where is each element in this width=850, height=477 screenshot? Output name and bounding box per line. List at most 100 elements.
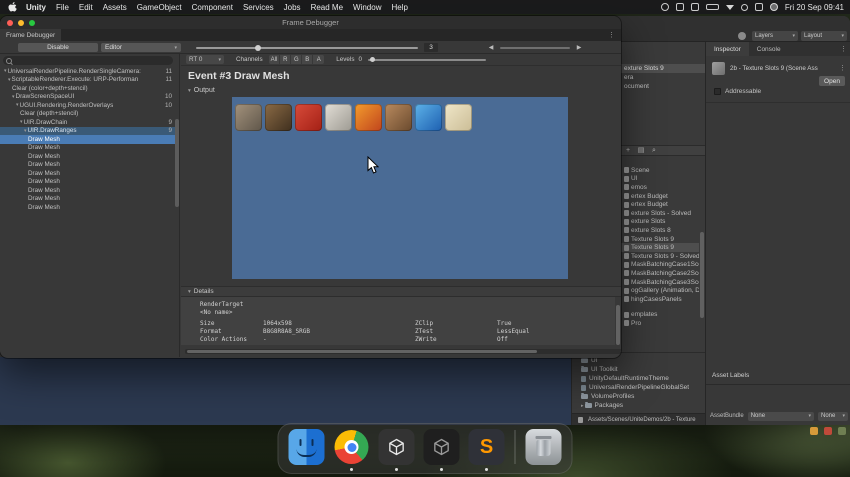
levels-slider[interactable] [368, 56, 486, 62]
tree-row[interactable]: Draw Mesh [0, 195, 179, 204]
rock-texture-thumb[interactable] [235, 104, 262, 131]
tab-frame-debugger[interactable]: Frame Debugger [0, 29, 62, 41]
assetbundle-dropdown[interactable]: None [747, 411, 814, 421]
event-search-input[interactable] [3, 56, 173, 65]
stone-texture-thumb[interactable] [325, 104, 352, 131]
menu-unity[interactable]: Unity [26, 3, 46, 12]
channel-g-button[interactable]: G [291, 55, 303, 64]
output-foldout[interactable]: Output [188, 87, 215, 94]
tabstrip-menu-icon[interactable] [608, 31, 615, 39]
menu-gameobject[interactable]: GameObject [137, 3, 182, 12]
tablet-texture-thumb[interactable] [445, 104, 472, 131]
disable-button[interactable]: Disable [18, 43, 98, 52]
folder-item[interactable]: VolumeProfiles [572, 392, 705, 401]
add-asset-icon[interactable] [624, 147, 632, 155]
foldout-arrow-icon[interactable]: ▾ [16, 102, 19, 108]
open-button[interactable]: Open [819, 76, 845, 86]
tree-row[interactable]: ▾ ScriptableRenderer.Execute: URP-Perform… [0, 76, 179, 85]
details-scrollbar-thumb[interactable] [616, 305, 620, 345]
menu-help[interactable]: Help [391, 3, 407, 12]
target-dropdown[interactable]: Editor [101, 43, 181, 52]
foldout-arrow-icon[interactable]: ▾ [8, 77, 11, 83]
tree-row[interactable]: Draw Mesh [0, 186, 179, 195]
view-mode-icon[interactable] [637, 147, 645, 155]
details-foldout[interactable]: Details [181, 286, 621, 297]
layout-dropdown[interactable]: Layout [801, 31, 847, 41]
sublime-text-dock-icon[interactable]: S [468, 429, 505, 471]
details-scrollbar[interactable] [616, 297, 620, 357]
expand-arrow-icon[interactable]: ▸ [581, 403, 584, 409]
portrait-sprite-thumb[interactable] [385, 104, 412, 131]
tree-row[interactable]: ▾ UniversalRenderPipeline.RenderSingleCam… [0, 67, 179, 76]
tree-row[interactable]: Draw Mesh [0, 203, 179, 212]
addressable-checkbox[interactable] [714, 88, 721, 95]
minimize-window-button[interactable] [18, 19, 24, 26]
tree-row[interactable]: Clear (depth+stencil) [0, 110, 179, 119]
channel-r-button[interactable]: R [280, 55, 292, 64]
frame-debugger-titlebar[interactable]: Frame Debugger [0, 16, 621, 29]
tree-row[interactable]: Draw Mesh [0, 135, 179, 144]
menu-window[interactable]: Window [353, 3, 381, 12]
tab-console[interactable]: Console [749, 42, 789, 56]
menu-assets[interactable]: Assets [103, 3, 127, 12]
folder-item[interactable]: ▸ Packages [572, 401, 705, 410]
next-event-button[interactable] [574, 43, 584, 52]
character-sprite-thumb[interactable] [265, 104, 292, 131]
channel-all-button[interactable]: All [268, 55, 281, 64]
project-scrollbar-thumb[interactable] [700, 232, 704, 318]
apple-menu-icon[interactable] [8, 2, 17, 12]
assetbundle-variant-dropdown[interactable]: None [818, 411, 848, 421]
render-target-dropdown[interactable]: RT 0 [186, 55, 224, 64]
event-tree-scrollbar[interactable] [175, 67, 179, 357]
tree-row[interactable]: ▾ UIR.DrawRanges 9 [0, 126, 179, 135]
project-scrollbar[interactable] [700, 166, 704, 357]
tree-row[interactable]: ▾ UIR.DrawChain 9 [0, 118, 179, 127]
close-window-button[interactable] [7, 19, 13, 26]
render-target-preview[interactable] [232, 97, 568, 279]
display-icon[interactable] [675, 3, 684, 11]
foldout-arrow-icon[interactable]: ▾ [12, 94, 15, 100]
inspector-menu-icon[interactable] [840, 45, 847, 53]
tree-row[interactable]: Draw Mesh [0, 152, 179, 161]
trash-dock-icon[interactable] [525, 429, 562, 465]
breadcrumb[interactable]: Assets/Scenes/UniteDemos/2b - Texture [572, 413, 705, 425]
spotlight-icon[interactable] [740, 3, 748, 11]
battery-icon[interactable] [705, 4, 719, 10]
event-number-field[interactable]: 3 [424, 43, 438, 52]
event-slider-track[interactable] [196, 47, 418, 49]
menu-component[interactable]: Component [192, 3, 233, 12]
finder-dock-icon[interactable] [288, 429, 325, 465]
horizontal-scrollbar-thumb[interactable] [187, 350, 537, 353]
tree-row[interactable]: Draw Mesh [0, 169, 179, 178]
zoom-window-button[interactable] [29, 19, 35, 26]
tree-row[interactable]: Draw Mesh [0, 178, 179, 187]
channel-a-button[interactable]: A [313, 55, 325, 64]
horizontal-scrollbar[interactable] [185, 349, 621, 354]
siri-icon[interactable] [769, 3, 778, 11]
tree-row[interactable]: ▾ UGUI.Rendering.RenderOverlays 10 [0, 101, 179, 110]
unity-hub-dock-icon[interactable] [378, 429, 415, 471]
folder-item[interactable]: UniversalRenderPipelineGlobalSet [572, 383, 705, 392]
water-texture-thumb[interactable] [415, 104, 442, 131]
services-badge-icon[interactable] [838, 427, 846, 435]
foldout-arrow-icon[interactable]: ▾ [24, 128, 27, 134]
account-badge-icon[interactable] [810, 427, 818, 435]
folder-item[interactable]: UnityDefaultRuntimeTheme [572, 374, 705, 383]
red-icon-thumb[interactable] [295, 104, 322, 131]
event-slider-handle[interactable] [255, 44, 261, 51]
chrome-dock-icon[interactable] [334, 429, 370, 471]
account-icon[interactable] [738, 32, 746, 40]
levels-slider-handle[interactable] [370, 56, 375, 62]
screen-record-icon[interactable] [660, 3, 669, 11]
lava-texture-thumb[interactable] [355, 104, 382, 131]
menu-file[interactable]: File [56, 3, 69, 12]
tab-inspector[interactable]: Inspector [706, 42, 749, 56]
previous-event-button[interactable] [486, 43, 496, 52]
folder-item[interactable]: UI Toolkit [572, 365, 705, 374]
tree-row[interactable]: Clear (color+depth+stencil) [0, 84, 179, 93]
tree-row[interactable]: Draw Mesh [0, 144, 179, 153]
menu-services[interactable]: Services [243, 3, 274, 12]
menu-edit[interactable]: Edit [79, 3, 93, 12]
tree-row[interactable]: Draw Mesh [0, 161, 179, 170]
alert-badge-icon[interactable] [824, 427, 832, 435]
